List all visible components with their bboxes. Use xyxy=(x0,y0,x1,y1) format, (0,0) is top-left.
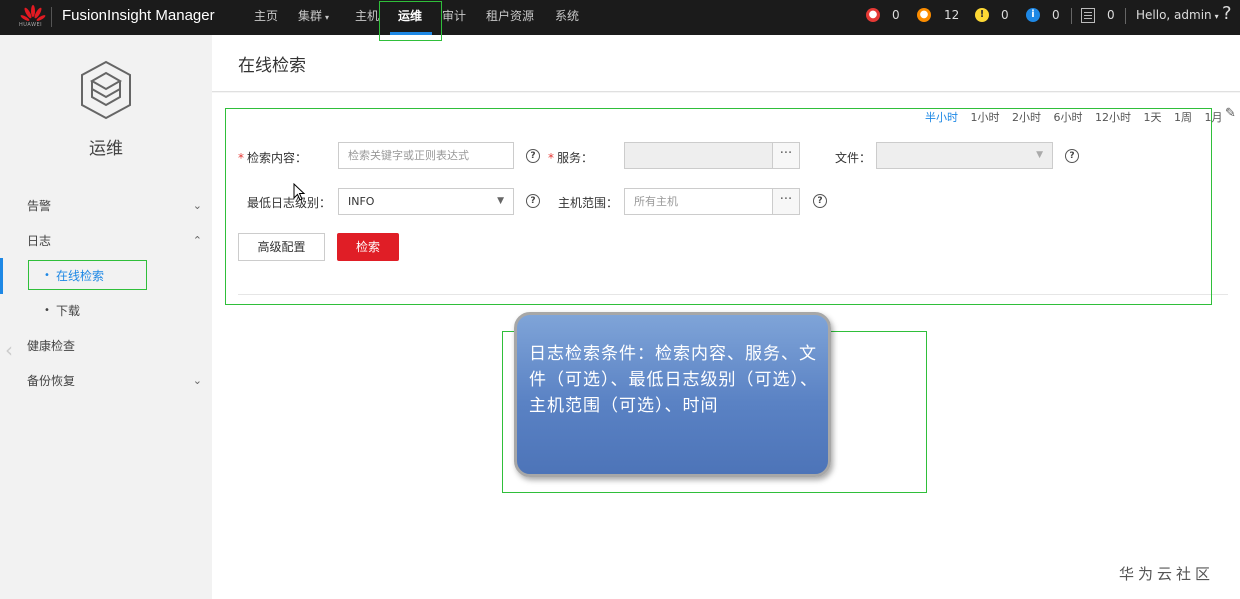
logo-divider xyxy=(51,7,52,27)
nav-system[interactable]: 系统 xyxy=(555,7,579,24)
major-alarm-icon[interactable]: ● xyxy=(917,8,931,22)
nav-hosts[interactable]: 主机 xyxy=(355,7,379,24)
highlight-search-form xyxy=(225,108,1212,305)
collapse-sidebar-icon[interactable]: ‹ xyxy=(5,338,13,362)
logo-text: HUAWEI xyxy=(19,22,43,28)
minor-alarm-icon[interactable]: ! xyxy=(975,8,989,22)
nav-tenant-resources[interactable]: 租户资源 xyxy=(486,7,534,24)
page-title: 在线检索 xyxy=(238,56,306,76)
chevron-down-icon: ▾ xyxy=(1214,12,1219,21)
user-menu[interactable]: Hello, admin ▾ xyxy=(1136,8,1219,22)
chevron-down-icon: ▾ xyxy=(325,13,330,22)
nav-cluster[interactable]: 集群 ▾ xyxy=(298,7,329,24)
divider xyxy=(1071,8,1072,24)
minor-alarm-count[interactable]: 0 xyxy=(1001,8,1009,22)
nav-audit[interactable]: 审计 xyxy=(442,7,466,24)
chevron-down-icon: ⌄ xyxy=(192,199,202,212)
divider xyxy=(1125,8,1126,24)
nav-home[interactable]: 主页 xyxy=(254,7,278,24)
sidebar-item-logs[interactable]: 日志 ⌃ xyxy=(0,226,212,256)
sidebar-item-health-check[interactable]: 健康检查 xyxy=(0,331,212,361)
module-title: 运维 xyxy=(89,139,123,159)
sidebar-item-backup-restore[interactable]: 备份恢复 ⌄ xyxy=(0,366,212,396)
help-icon[interactable]: ? xyxy=(1222,3,1232,24)
sidebar-item-download[interactable]: • 下载 xyxy=(0,296,212,326)
critical-alarm-icon[interactable]: ● xyxy=(866,8,880,22)
highlight-nav-om xyxy=(379,1,442,41)
mouse-cursor-icon xyxy=(293,183,306,201)
major-alarm-count[interactable]: 12 xyxy=(944,8,959,22)
watermark: 华为云社区 xyxy=(1119,565,1215,583)
callout-box: 日志检索条件：检索内容、服务、文件（可选）、最低日志级别（可选）、主机范围（可选… xyxy=(514,312,831,477)
page-header: 在线检索 xyxy=(212,35,1240,92)
info-alarm-icon[interactable]: i xyxy=(1026,8,1040,22)
chevron-down-icon: ⌄ xyxy=(192,374,202,387)
sidebar-item-alarms[interactable]: 告警 ⌄ xyxy=(0,191,212,221)
task-list-icon[interactable] xyxy=(1081,8,1095,23)
highlight-online-search xyxy=(28,260,147,290)
callout-text: 日志检索条件：检索内容、服务、文件（可选）、最低日志级别（可选）、主机范围（可选… xyxy=(529,344,818,416)
critical-alarm-count[interactable]: 0 xyxy=(892,8,900,22)
om-module-icon xyxy=(81,60,131,120)
info-alarm-count[interactable]: 0 xyxy=(1052,8,1060,22)
top-bar: HUAWEI FusionInsight Manager 主页 集群 ▾ 主机 运… xyxy=(0,0,1240,35)
edit-time-icon[interactable]: ✎ xyxy=(1225,106,1236,121)
app-title[interactable]: FusionInsight Manager xyxy=(62,7,215,24)
sidebar: 运维 告警 ⌄ 日志 ⌃ • 在线检索 • 下载 健康检查 备份恢复 ⌄ ‹ xyxy=(0,35,212,599)
chevron-up-icon: ⌃ xyxy=(192,234,202,247)
task-count[interactable]: 0 xyxy=(1107,8,1115,22)
